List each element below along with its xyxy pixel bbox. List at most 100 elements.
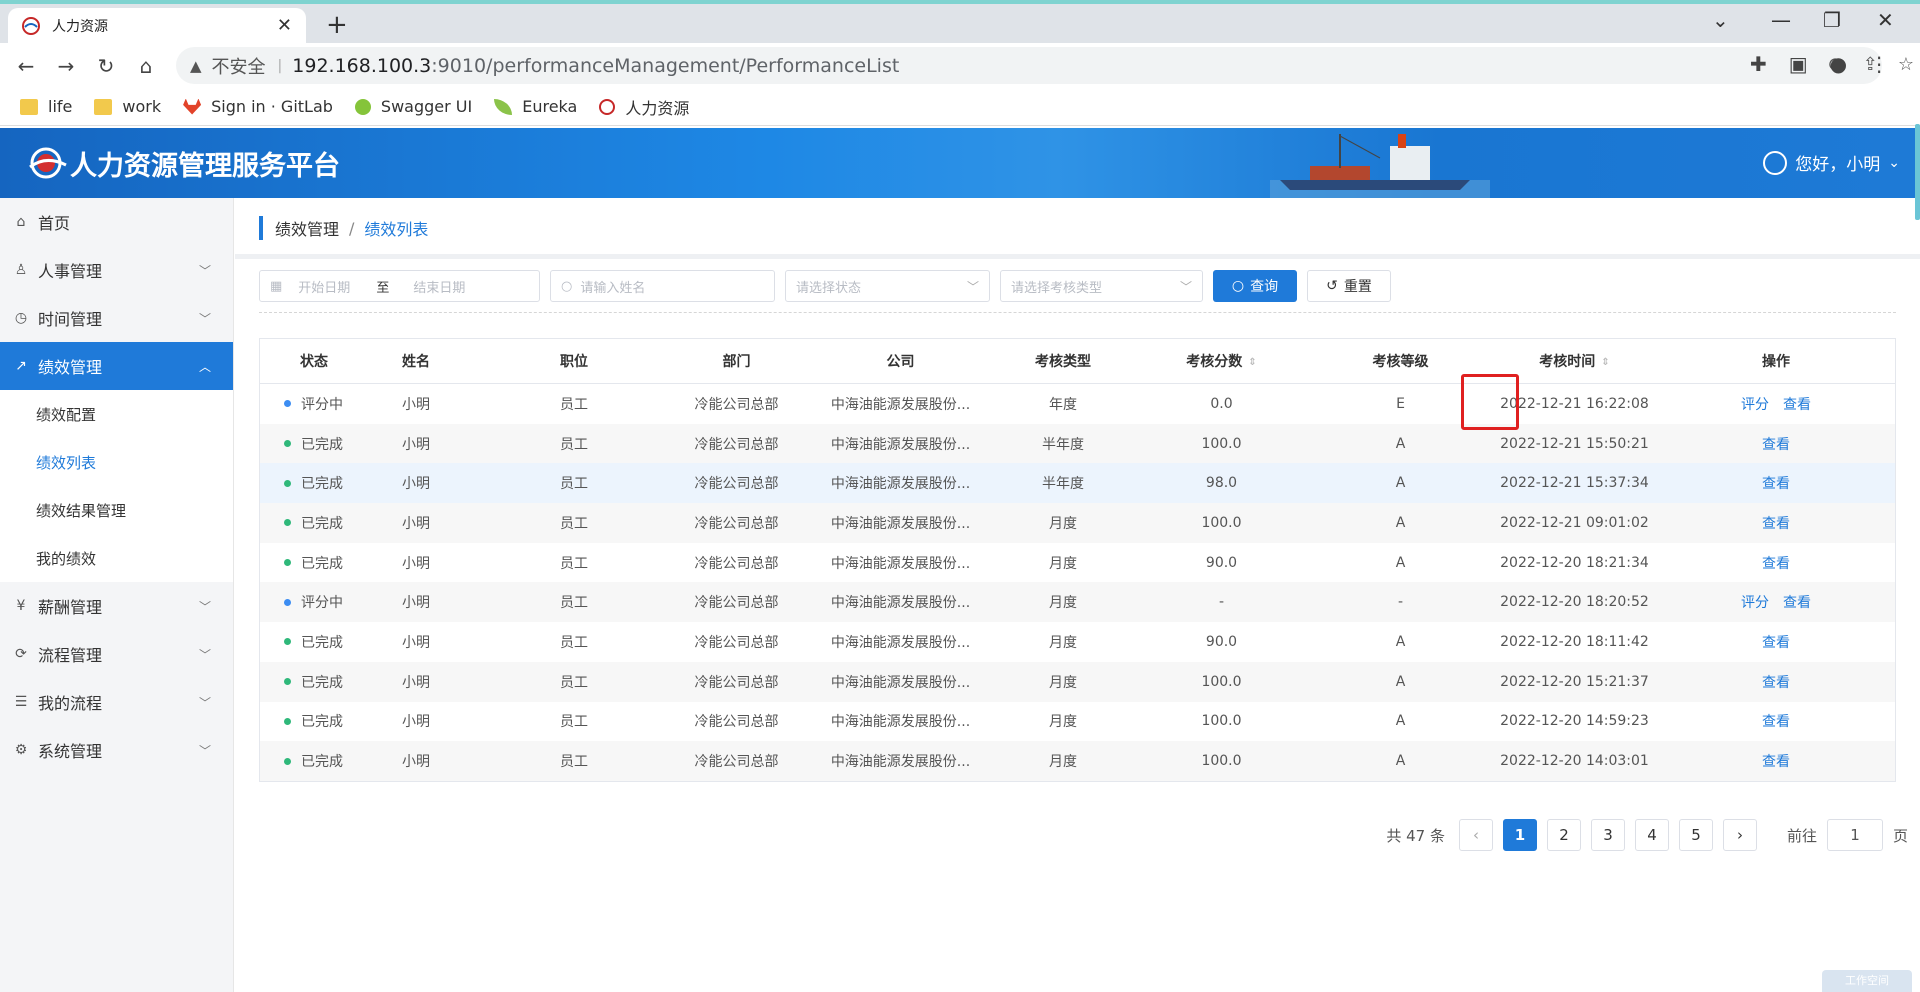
tab-search-icon[interactable]: ⌄	[1712, 8, 1729, 32]
page-button-3[interactable]: 3	[1590, 819, 1625, 851]
end-date-input[interactable]: 结束日期	[413, 277, 465, 296]
sort-icon[interactable]: ⇕	[1601, 357, 1609, 368]
sidebar-subitem-list[interactable]: 绩效列表	[0, 438, 233, 486]
bookmark-gitlab[interactable]: Sign in · GitLab	[183, 97, 333, 116]
tab-close-icon[interactable]: ✕	[277, 15, 292, 36]
sidebar-item-performance[interactable]: ↗ 绩效管理 ︿	[0, 342, 233, 390]
new-tab-icon[interactable]: +	[326, 10, 348, 40]
browser-tab[interactable]: 人力资源 ✕	[8, 8, 306, 43]
status-dot-icon	[284, 678, 291, 686]
goto-suffix: 页	[1892, 826, 1908, 845]
header-time[interactable]: 考核时间 ⇕	[1492, 351, 1657, 371]
address-bar[interactable]: ▲ 不安全 | 192.168.100.3:9010/performanceMa…	[176, 47, 1914, 84]
cell-company: 中海油能源发展股份...	[830, 674, 971, 691]
cell-score: 100.0	[1201, 753, 1242, 770]
sidebar-item-system[interactable]: ⚙ 系统管理 ﹀	[0, 726, 233, 774]
profile-icon[interactable]: ●	[1830, 52, 1847, 76]
bookmark-label: Eureka	[522, 97, 578, 116]
range-separator: 至	[376, 280, 390, 296]
sidebar-item-time[interactable]: ◷ 时间管理 ﹀	[0, 294, 233, 342]
page-button-1[interactable]: 1	[1502, 819, 1537, 851]
cell-ops: 查看	[1657, 632, 1895, 652]
bookmark-star-icon[interactable]: ☆	[1898, 54, 1914, 75]
goto-page-input[interactable]: 1	[1826, 819, 1883, 851]
view-link[interactable]: 查看	[1762, 632, 1790, 652]
sidebar-item-label: 薪酬管理	[38, 598, 103, 617]
extensions-icon[interactable]: ✚	[1750, 52, 1767, 76]
sidebar-item-process[interactable]: ⟳ 流程管理 ﹀	[0, 630, 233, 678]
header-type: 考核类型	[1035, 354, 1091, 370]
browser-toolbar: ← → ↻ ⌂ ▲ 不安全 | 192.168.100.3:9010/perfo…	[0, 43, 1920, 88]
view-link[interactable]: 查看	[1762, 711, 1790, 731]
name-search-input[interactable]: ○ 请输入姓名	[550, 270, 775, 302]
view-link[interactable]: 查看	[1762, 751, 1790, 771]
home-icon: ⌂	[16, 214, 26, 230]
forward-icon[interactable]: →	[46, 54, 86, 78]
score-link[interactable]: 评分	[1741, 394, 1769, 414]
status-text: 已完成	[301, 634, 343, 651]
sidebar-subitem-results[interactable]: 绩效结果管理	[0, 486, 233, 534]
page-button-4[interactable]: 4	[1634, 819, 1669, 851]
back-icon[interactable]: ←	[6, 54, 46, 78]
view-link[interactable]: 查看	[1762, 553, 1790, 573]
type-select[interactable]: 请选择考核类型 ﹀	[1000, 270, 1203, 302]
query-button[interactable]: ○ 查询	[1213, 270, 1297, 302]
minimize-icon[interactable]: —	[1771, 8, 1791, 32]
sidebar-item-salary[interactable]: ¥ 薪酬管理 ﹀	[0, 582, 233, 630]
breadcrumb-parent[interactable]: 绩效管理	[275, 216, 339, 240]
home-nav-icon[interactable]: ⌂	[126, 54, 166, 78]
filter-divider	[259, 312, 1896, 313]
bookmark-work[interactable]: work	[94, 97, 161, 116]
security-label: 不安全	[211, 56, 266, 78]
sidebar-item-personnel[interactable]: ♙ 人事管理 ﹀	[0, 246, 233, 294]
app-title: 人力资源管理服务平台	[70, 151, 340, 182]
sidebar-subitem-mine[interactable]: 我的绩效	[0, 534, 233, 582]
page-button-2[interactable]: 2	[1546, 819, 1581, 851]
bookmark-swagger[interactable]: Swagger UI	[354, 97, 472, 116]
browser-tabstrip: 人力资源 ✕ + ⌄ — ❐ ✕	[0, 0, 1920, 43]
date-range-picker[interactable]: ▦ 开始日期 至 结束日期	[259, 270, 540, 302]
cell-time: 2022-12-20 18:11:42	[1500, 633, 1649, 650]
sidepanel-icon[interactable]: ▣	[1789, 52, 1808, 76]
view-link[interactable]: 查看	[1783, 592, 1811, 612]
cell-company: 中海油能源发展股份...	[830, 595, 971, 612]
warning-icon[interactable]: ▲	[190, 57, 202, 75]
close-window-icon[interactable]: ✕	[1877, 8, 1894, 32]
yen-icon: ¥	[16, 598, 26, 614]
cell-position: 员工	[560, 436, 588, 453]
menu-kebab-icon[interactable]: ⋮	[1869, 52, 1889, 76]
status-select[interactable]: 请选择状态 ﹀	[785, 270, 990, 302]
view-link[interactable]: 查看	[1762, 672, 1790, 692]
prev-page-button[interactable]: ‹	[1458, 819, 1493, 851]
table-header: 状态 姓名 职位 部门 公司 考核类型 考核分数 ⇕ 考核等级 考核时间 ⇕ 操作	[260, 339, 1895, 384]
bookmark-life[interactable]: life	[20, 97, 72, 116]
sidebar-item-home[interactable]: ⌂ 首页	[0, 198, 233, 246]
header-score[interactable]: 考核分数 ⇕	[1134, 351, 1309, 371]
cell-grade: A	[1395, 633, 1406, 650]
cell-position: 员工	[560, 476, 588, 493]
scrollbar-thumb[interactable]	[1915, 124, 1920, 220]
bookmark-hr[interactable]: 人力资源	[599, 95, 689, 119]
user-menu[interactable]: 您好，小明 ⌄	[1763, 150, 1900, 175]
restore-icon[interactable]: ❐	[1823, 8, 1841, 32]
view-link[interactable]: 查看	[1762, 513, 1790, 533]
sidebar-item-label: 绩效管理	[38, 358, 103, 377]
start-date-input[interactable]: 开始日期	[298, 277, 350, 296]
sidebar-item-label: 我的流程	[38, 694, 103, 713]
sidebar-item-my-process[interactable]: ☰ 我的流程 ﹀	[0, 678, 233, 726]
sort-icon[interactable]: ⇕	[1248, 357, 1256, 368]
page-button-5[interactable]: 5	[1678, 819, 1713, 851]
clock-icon: ◷	[14, 310, 28, 326]
view-link[interactable]: 查看	[1762, 434, 1790, 454]
reload-icon[interactable]: ↻	[86, 54, 126, 78]
workspace-badge[interactable]: 工作空间	[1822, 970, 1912, 992]
view-link[interactable]: 查看	[1783, 394, 1811, 414]
table-row: 已完成 小明 员工 冷能公司总部 中海油能源发展股份... 月度 90.0 A 2022-12-…	[260, 543, 1895, 583]
view-link[interactable]: 查看	[1762, 473, 1790, 493]
bookmark-eureka[interactable]: Eureka	[494, 97, 577, 116]
cell-time: 2022-12-20 18:20:52	[1500, 594, 1649, 611]
sidebar-subitem-config[interactable]: 绩效配置	[0, 390, 233, 438]
next-page-button[interactable]: ›	[1722, 819, 1757, 851]
reset-button[interactable]: ↺ 重置	[1307, 270, 1391, 302]
score-link[interactable]: 评分	[1741, 592, 1769, 612]
